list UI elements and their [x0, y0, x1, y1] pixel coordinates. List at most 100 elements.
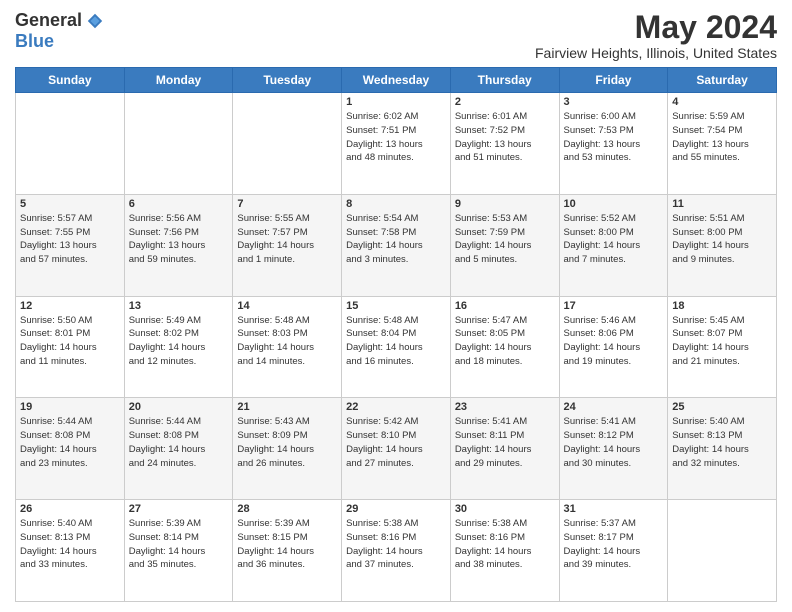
calendar-cell: 7 Sunrise: 5:55 AM Sunset: 7:57 PM Daylig… — [233, 194, 342, 296]
calendar-week-4: 19 Sunrise: 5:44 AM Sunset: 8:08 PM Dayli… — [16, 398, 777, 500]
day-info: Sunrise: 5:42 AM Sunset: 8:10 PM Dayligh… — [346, 415, 446, 470]
day-info: Sunrise: 5:46 AM Sunset: 8:06 PM Dayligh… — [564, 314, 664, 369]
day-info: Sunrise: 5:40 AM Sunset: 8:13 PM Dayligh… — [672, 415, 772, 470]
day-header-thursday: Thursday — [450, 68, 559, 93]
calendar-cell: 9 Sunrise: 5:53 AM Sunset: 7:59 PM Daylig… — [450, 194, 559, 296]
calendar-cell: 10 Sunrise: 5:52 AM Sunset: 8:00 PM Dayli… — [559, 194, 668, 296]
calendar-cell: 26 Sunrise: 5:40 AM Sunset: 8:13 PM Dayli… — [16, 500, 125, 602]
calendar-cell: 16Sunrise: 5:47 AM Sunset: 8:05 PM Dayli… — [450, 296, 559, 398]
calendar-cell: 21 Sunrise: 5:43 AM Sunset: 8:09 PM Dayli… — [233, 398, 342, 500]
location-title: Fairview Heights, Illinois, United State… — [535, 45, 777, 61]
logo-icon — [86, 12, 104, 30]
day-number: 7 — [237, 198, 337, 210]
calendar-cell: 14 Sunrise: 5:48 AM Sunset: 8:03 PM Dayli… — [233, 296, 342, 398]
day-info: Sunrise: 5:44 AM Sunset: 8:08 PM Dayligh… — [129, 415, 229, 470]
calendar-table: SundayMondayTuesdayWednesdayThursdayFrid… — [15, 67, 777, 602]
day-number: 18 — [672, 300, 772, 312]
calendar-week-1: 1 Sunrise: 6:02 AM Sunset: 7:51 PM Daylig… — [16, 93, 777, 195]
day-number: 10 — [564, 198, 664, 210]
day-info: Sunrise: 5:40 AM Sunset: 8:13 PM Dayligh… — [20, 517, 120, 572]
day-header-sunday: Sunday — [16, 68, 125, 93]
calendar-cell: 8Sunrise: 5:54 AM Sunset: 7:58 PM Daylig… — [342, 194, 451, 296]
calendar-cell: 29 Sunrise: 5:38 AM Sunset: 8:16 PM Dayli… — [342, 500, 451, 602]
day-info: Sunrise: 6:01 AM Sunset: 7:52 PM Dayligh… — [455, 110, 555, 165]
day-number: 22 — [346, 401, 446, 413]
calendar-cell: 11Sunrise: 5:51 AM Sunset: 8:00 PM Dayli… — [668, 194, 777, 296]
day-info: Sunrise: 5:52 AM Sunset: 8:00 PM Dayligh… — [564, 212, 664, 267]
day-info: Sunrise: 5:38 AM Sunset: 8:16 PM Dayligh… — [346, 517, 446, 572]
day-number: 4 — [672, 96, 772, 108]
day-info: Sunrise: 5:41 AM Sunset: 8:12 PM Dayligh… — [564, 415, 664, 470]
day-header-wednesday: Wednesday — [342, 68, 451, 93]
day-number: 21 — [237, 401, 337, 413]
day-header-tuesday: Tuesday — [233, 68, 342, 93]
calendar-cell: 28 Sunrise: 5:39 AM Sunset: 8:15 PM Dayli… — [233, 500, 342, 602]
calendar-week-3: 12Sunrise: 5:50 AM Sunset: 8:01 PM Dayli… — [16, 296, 777, 398]
calendar-cell: 19 Sunrise: 5:44 AM Sunset: 8:08 PM Dayli… — [16, 398, 125, 500]
calendar-cell: 3Sunrise: 6:00 AM Sunset: 7:53 PM Daylig… — [559, 93, 668, 195]
day-info: Sunrise: 5:45 AM Sunset: 8:07 PM Dayligh… — [672, 314, 772, 369]
day-info: Sunrise: 5:50 AM Sunset: 8:01 PM Dayligh… — [20, 314, 120, 369]
calendar-cell: 6Sunrise: 5:56 AM Sunset: 7:56 PM Daylig… — [124, 194, 233, 296]
month-title: May 2024 — [535, 10, 777, 45]
day-info: Sunrise: 5:48 AM Sunset: 8:04 PM Dayligh… — [346, 314, 446, 369]
calendar-cell: 30 Sunrise: 5:38 AM Sunset: 8:16 PM Dayli… — [450, 500, 559, 602]
calendar-cell: 2 Sunrise: 6:01 AM Sunset: 7:52 PM Daylig… — [450, 93, 559, 195]
calendar-cell: 13 Sunrise: 5:49 AM Sunset: 8:02 PM Dayli… — [124, 296, 233, 398]
day-number: 1 — [346, 96, 446, 108]
calendar-cell: 31 Sunrise: 5:37 AM Sunset: 8:17 PM Dayli… — [559, 500, 668, 602]
day-info: Sunrise: 5:49 AM Sunset: 8:02 PM Dayligh… — [129, 314, 229, 369]
day-number: 5 — [20, 198, 120, 210]
day-info: Sunrise: 6:00 AM Sunset: 7:53 PM Dayligh… — [564, 110, 664, 165]
day-info: Sunrise: 5:53 AM Sunset: 7:59 PM Dayligh… — [455, 212, 555, 267]
day-number: 9 — [455, 198, 555, 210]
day-number: 2 — [455, 96, 555, 108]
day-info: Sunrise: 5:54 AM Sunset: 7:58 PM Dayligh… — [346, 212, 446, 267]
calendar-cell: 4 Sunrise: 5:59 AM Sunset: 7:54 PM Daylig… — [668, 93, 777, 195]
day-info: Sunrise: 5:47 AM Sunset: 8:05 PM Dayligh… — [455, 314, 555, 369]
day-info: Sunrise: 5:38 AM Sunset: 8:16 PM Dayligh… — [455, 517, 555, 572]
day-number: 11 — [672, 198, 772, 210]
calendar-week-2: 5 Sunrise: 5:57 AM Sunset: 7:55 PM Daylig… — [16, 194, 777, 296]
day-number: 19 — [20, 401, 120, 413]
calendar-cell — [16, 93, 125, 195]
title-area: May 2024 Fairview Heights, Illinois, Uni… — [535, 10, 777, 61]
day-info: Sunrise: 5:39 AM Sunset: 8:14 PM Dayligh… — [129, 517, 229, 572]
day-number: 30 — [455, 503, 555, 515]
day-info: Sunrise: 5:55 AM Sunset: 7:57 PM Dayligh… — [237, 212, 337, 267]
day-info: Sunrise: 5:39 AM Sunset: 8:15 PM Dayligh… — [237, 517, 337, 572]
day-info: Sunrise: 6:02 AM Sunset: 7:51 PM Dayligh… — [346, 110, 446, 165]
calendar-cell: 18 Sunrise: 5:45 AM Sunset: 8:07 PM Dayli… — [668, 296, 777, 398]
day-info: Sunrise: 5:56 AM Sunset: 7:56 PM Dayligh… — [129, 212, 229, 267]
day-info: Sunrise: 5:44 AM Sunset: 8:08 PM Dayligh… — [20, 415, 120, 470]
calendar-cell — [668, 500, 777, 602]
day-number: 14 — [237, 300, 337, 312]
logo-blue-text: Blue — [15, 31, 54, 52]
calendar-cell: 22 Sunrise: 5:42 AM Sunset: 8:10 PM Dayli… — [342, 398, 451, 500]
day-info: Sunrise: 5:57 AM Sunset: 7:55 PM Dayligh… — [20, 212, 120, 267]
day-info: Sunrise: 5:59 AM Sunset: 7:54 PM Dayligh… — [672, 110, 772, 165]
day-number: 26 — [20, 503, 120, 515]
day-number: 23 — [455, 401, 555, 413]
day-number: 17 — [564, 300, 664, 312]
day-number: 28 — [237, 503, 337, 515]
day-number: 13 — [129, 300, 229, 312]
day-info: Sunrise: 5:48 AM Sunset: 8:03 PM Dayligh… — [237, 314, 337, 369]
header: General Blue May 2024 Fairview Heights, … — [15, 10, 777, 61]
day-number: 31 — [564, 503, 664, 515]
calendar-cell: 20Sunrise: 5:44 AM Sunset: 8:08 PM Dayli… — [124, 398, 233, 500]
day-info: Sunrise: 5:37 AM Sunset: 8:17 PM Dayligh… — [564, 517, 664, 572]
page: General Blue May 2024 Fairview Heights, … — [0, 0, 792, 612]
day-number: 24 — [564, 401, 664, 413]
day-number: 29 — [346, 503, 446, 515]
calendar-cell: 5 Sunrise: 5:57 AM Sunset: 7:55 PM Daylig… — [16, 194, 125, 296]
calendar-week-5: 26 Sunrise: 5:40 AM Sunset: 8:13 PM Dayli… — [16, 500, 777, 602]
day-number: 27 — [129, 503, 229, 515]
day-info: Sunrise: 5:41 AM Sunset: 8:11 PM Dayligh… — [455, 415, 555, 470]
calendar-cell: 25Sunrise: 5:40 AM Sunset: 8:13 PM Dayli… — [668, 398, 777, 500]
calendar-cell: 24 Sunrise: 5:41 AM Sunset: 8:12 PM Dayli… — [559, 398, 668, 500]
day-info: Sunrise: 5:43 AM Sunset: 8:09 PM Dayligh… — [237, 415, 337, 470]
calendar-cell — [124, 93, 233, 195]
logo: General Blue — [15, 10, 104, 52]
day-number: 15 — [346, 300, 446, 312]
